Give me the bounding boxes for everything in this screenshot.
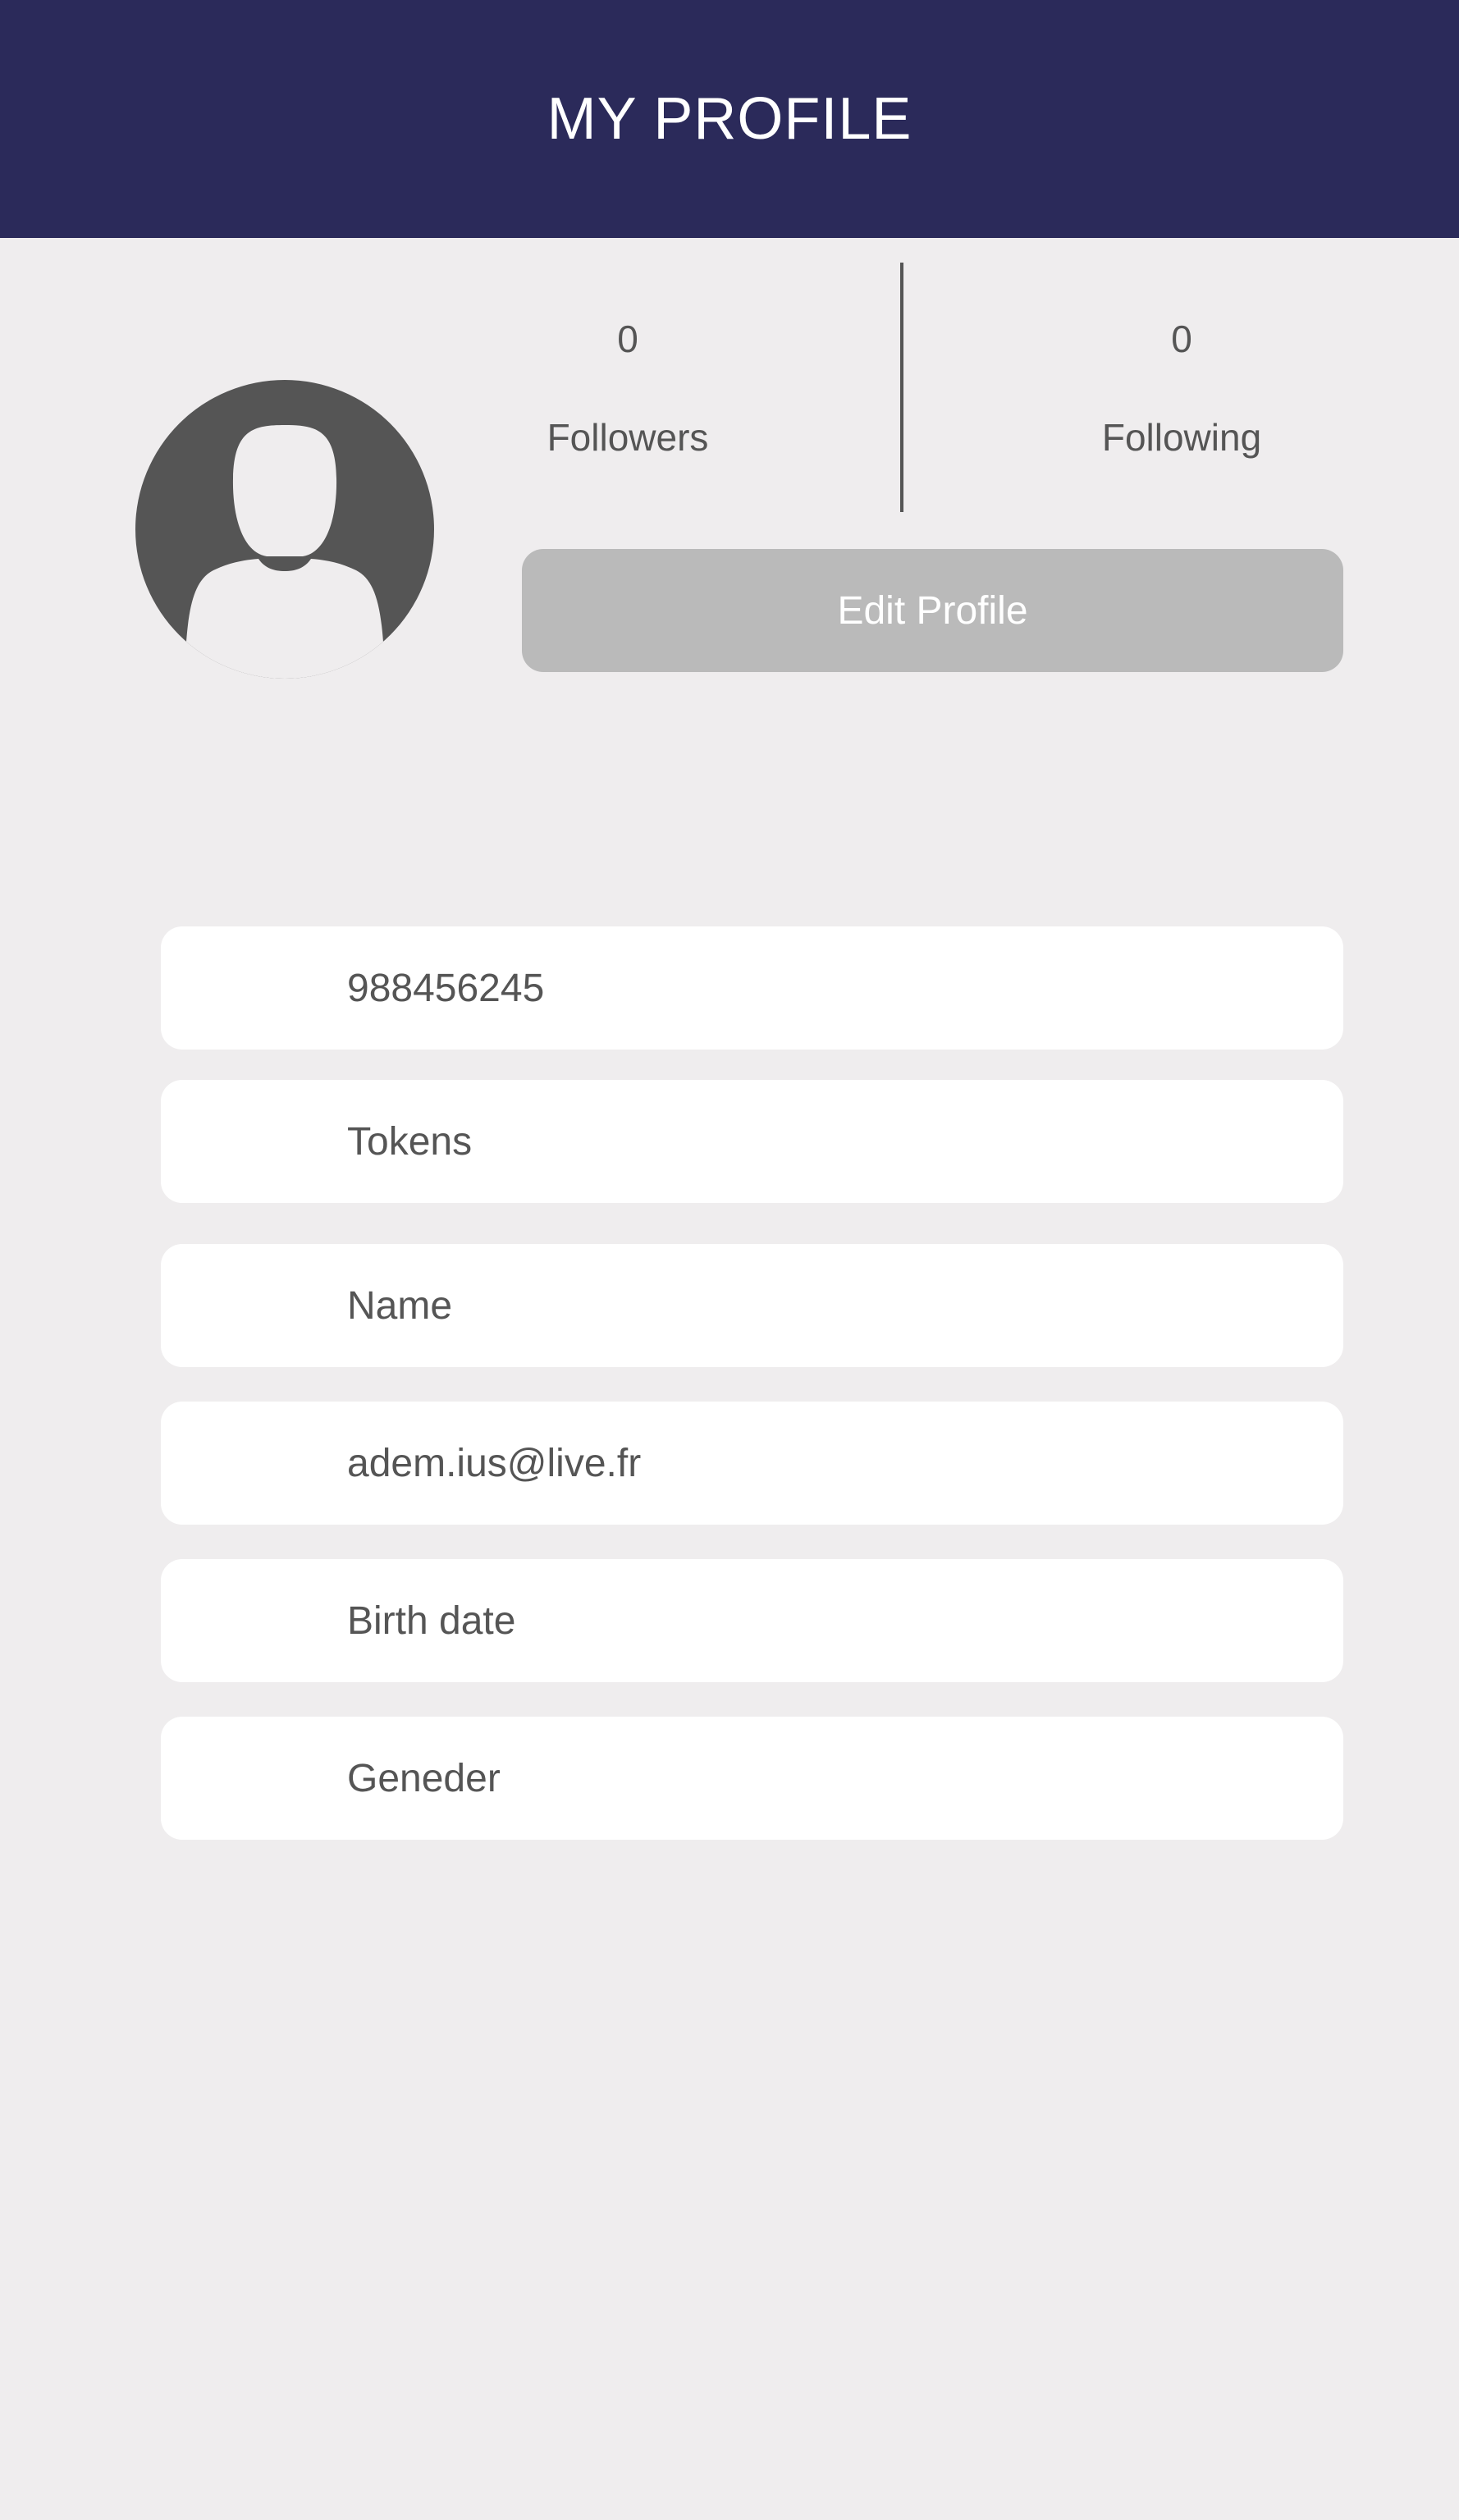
user-silhouette-icon [135,380,434,679]
followers-count: 0 [617,318,638,360]
followers-label[interactable]: Followers [464,415,792,460]
birth-date-field[interactable]: Birth date [161,1559,1343,1682]
phone-field[interactable]: 988456245 [161,926,1343,1050]
edit-profile-button[interactable]: Edit Profile [522,549,1343,672]
stats-divider [900,263,903,512]
tokens-field[interactable]: Tokens [161,1080,1343,1203]
avatar[interactable] [135,380,434,679]
name-field[interactable]: Name [161,1244,1343,1367]
gender-field[interactable]: Geneder [161,1717,1343,1840]
page-title: MY PROFILE [547,86,912,152]
following-label[interactable]: Following [1018,415,1346,460]
following-count: 0 [1171,318,1192,360]
header-bar: MY PROFILE [0,0,1459,238]
email-field[interactable]: adem.ius@live.fr [161,1402,1343,1525]
